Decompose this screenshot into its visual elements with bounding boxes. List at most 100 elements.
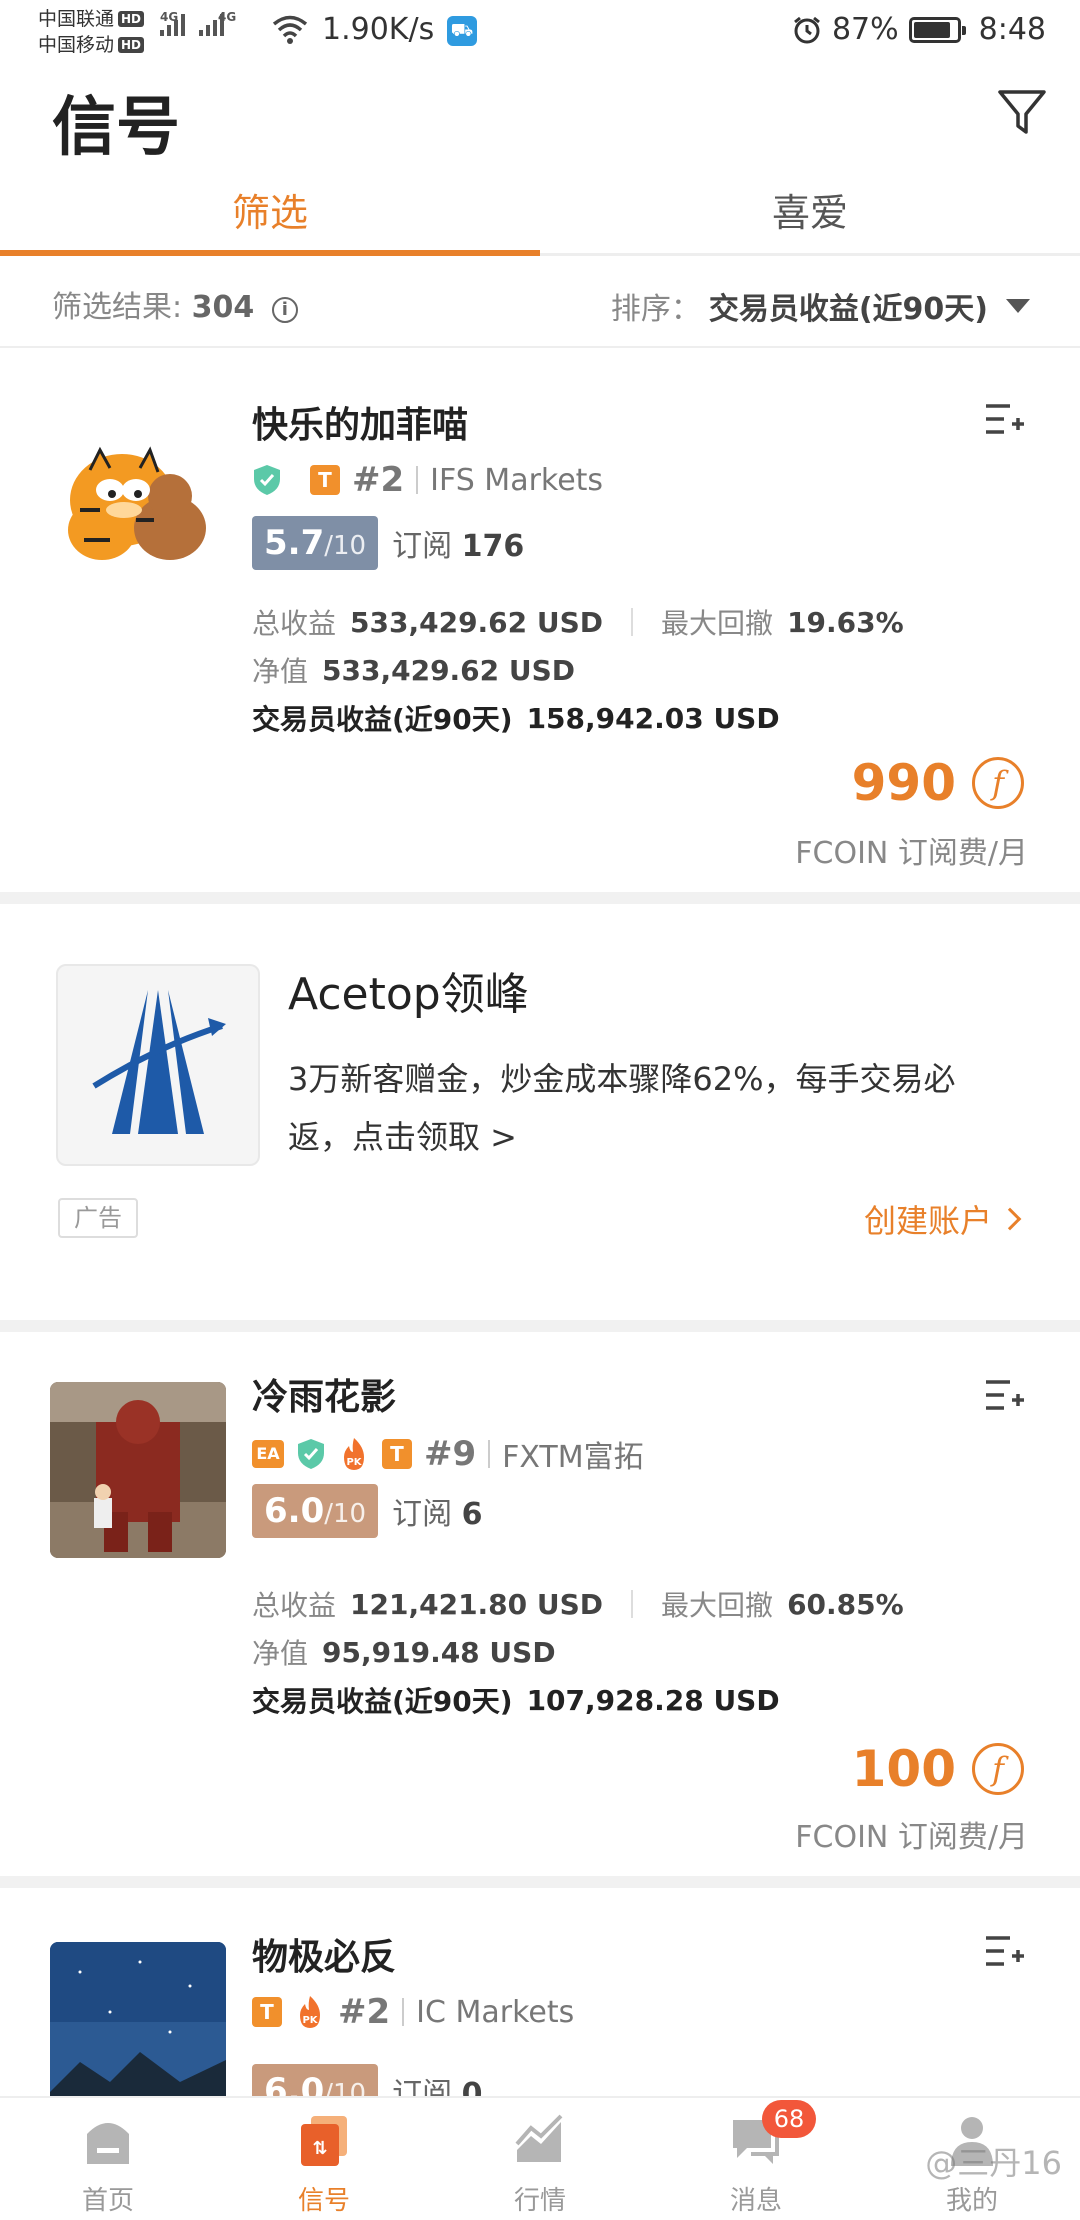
price: 990 <box>851 754 956 812</box>
create-account-link[interactable]: 创建账户 <box>863 1196 1022 1242</box>
battery-percent: 87% <box>831 12 899 47</box>
svg-text:PK: PK <box>302 2015 318 2026</box>
stat-total: 总收益 533,429.62 USD 最大回撤 19.63% <box>252 602 904 642</box>
signal-card[interactable]: 冷雨花影 EA PK T #9 FXTM富拓 6.0/10 订阅 6 总收益 12… <box>0 1332 1080 1872</box>
sort-value: 交易员收益(近90天) <box>708 292 988 327</box>
t-badge-icon: T <box>382 1439 412 1469</box>
nav-market[interactable]: 行情 <box>432 2098 648 2220</box>
broker: IFS Markets <box>430 462 604 498</box>
carrier-2: 中国移动 <box>38 34 115 56</box>
home-icon <box>87 2123 129 2164</box>
pk-fire-icon: PK <box>344 1438 364 1470</box>
badge-row: T #2 IFS Markets <box>252 460 603 500</box>
ad-title[interactable]: Acetop领峰 <box>288 958 529 1022</box>
create-account-label: 创建账户 <box>863 1202 992 1240</box>
drawdown-value: 19.63% <box>787 605 904 639</box>
network-type-2: 4G <box>218 10 237 24</box>
add-to-list-icon[interactable] <box>984 1934 1024 1970</box>
signal-icon: ⇅ <box>301 2116 347 2166</box>
add-to-list-icon[interactable] <box>984 1378 1024 1414</box>
info-icon[interactable]: i <box>271 297 298 323</box>
total-label: 总收益 <box>252 1589 337 1622</box>
bottom-navigation: 首页 ⇅ 信号 行情 68 消息 我的 <box>0 2096 1080 2220</box>
profit-label: 交易员收益(近90天) <box>252 703 513 736</box>
watermark: @三丹16 <box>925 2144 1062 2182</box>
unread-badge: 68 <box>762 2100 816 2138</box>
equity-value: 533,429.62 USD <box>322 653 576 687</box>
drawdown-label: 最大回撤 <box>661 607 774 640</box>
divider <box>631 608 634 636</box>
score-row: 5.7/10 订阅 176 <box>252 516 524 570</box>
divider <box>631 1590 634 1618</box>
result-number: 304 <box>191 290 255 325</box>
caret-down-icon <box>1006 299 1030 313</box>
nav-label: 首页 <box>81 2186 134 2216</box>
total-value: 121,421.80 USD <box>350 1587 604 1621</box>
tab-filter[interactable]: 筛选 <box>0 176 540 256</box>
nav-label: 信号 <box>297 2186 350 2216</box>
subscribers-label: 订阅 <box>392 1497 453 1532</box>
result-bar: 筛选结果: 304 i 排序： 交易员收益(近90天) <box>0 256 1080 348</box>
rating-badge: 6.0/10 <box>252 1484 379 1538</box>
rank: #2 <box>338 1992 391 2032</box>
signal-name[interactable]: 冷雨花影 <box>252 1368 396 1420</box>
subscribers-label: 订阅 <box>392 2077 453 2096</box>
rating-value: 5.7 <box>264 523 325 563</box>
t-badge-icon: T <box>310 465 340 495</box>
score-row: 6.0/10 订阅 0 <box>252 2064 483 2096</box>
verified-shield-icon <box>298 1439 324 1469</box>
stat-profit: 交易员收益(近90天) 107,928.28 USD <box>252 1680 780 1720</box>
t-badge-icon: T <box>252 1997 282 2027</box>
nav-signal[interactable]: ⇅ 信号 <box>216 2098 432 2220</box>
status-right: 87% 8:48 <box>792 12 1046 47</box>
profit-label: 交易员收益(近90天) <box>252 1685 513 1718</box>
rating-value: 6.0 <box>264 2071 325 2096</box>
nav-messages[interactable]: 68 消息 <box>648 2098 864 2220</box>
subscribers-label: 订阅 <box>392 529 453 564</box>
night-sky-photo-image <box>50 1942 226 2096</box>
price-unit: FCOIN 订阅费/月 <box>795 836 1028 871</box>
signal-name[interactable]: 快乐的加菲喵 <box>252 396 468 448</box>
stat-profit: 交易员收益(近90天) 158,942.03 USD <box>252 698 780 738</box>
drawdown-value: 60.85% <box>787 1587 904 1621</box>
nav-label: 消息 <box>729 2186 782 2216</box>
sort-label: 排序： <box>610 292 701 327</box>
subscribers: 订阅 0 <box>392 2069 482 2096</box>
add-to-list-icon[interactable] <box>984 402 1024 438</box>
tab-favorites[interactable]: 喜爱 <box>540 176 1080 253</box>
stat-equity: 净值 95,919.48 USD <box>252 1632 556 1672</box>
separator <box>0 1876 1080 1888</box>
battery-icon <box>908 16 966 43</box>
garfield-avatar-image <box>68 446 206 560</box>
drawdown-label: 最大回撤 <box>661 1589 774 1622</box>
stat-total: 总收益 121,421.80 USD 最大回撤 60.85% <box>252 1584 904 1624</box>
filter-icon[interactable] <box>994 84 1050 140</box>
equity-label: 净值 <box>252 1637 309 1670</box>
equity-label: 净值 <box>252 655 309 688</box>
avatar <box>50 1382 226 1558</box>
network-type-1: 4G <box>160 10 179 24</box>
subscribers: 订阅 176 <box>392 521 524 565</box>
broker: FXTM富拓 <box>502 1440 644 1475</box>
broker: IC Markets <box>416 1994 575 2030</box>
acetop-logo-image <box>92 990 226 1134</box>
nav-home[interactable]: 首页 <box>0 2098 216 2220</box>
carrier-1: 中国联通 <box>38 8 115 30</box>
signal-card[interactable]: 物极必反 T PK #2 IC Markets 6.0/10 订阅 0 <box>0 1888 1080 2096</box>
score-row: 6.0/10 订阅 6 <box>252 1484 483 1538</box>
avatar <box>50 1942 226 2096</box>
equity-value: 95,919.48 USD <box>322 1635 556 1669</box>
signal-card[interactable]: 快乐的加菲喵 T #2 IFS Markets 5.7/10 订阅 176 总收… <box>0 350 1080 890</box>
fcoin-icon: f <box>972 1743 1024 1795</box>
svg-text:⇅: ⇅ <box>312 2138 327 2159</box>
price-row: 990 f <box>852 754 1024 812</box>
status-bar: 中国联通 HD 中国移动 HD 4G 4G 1.90K/s ⛟ 87% 8:48 <box>0 0 1080 66</box>
sort-dropdown[interactable]: 排序： 交易员收益(近90天) <box>611 284 1030 328</box>
subscribers: 订阅 6 <box>392 1489 482 1533</box>
subscribers-count: 176 <box>461 529 525 564</box>
acetop-logo[interactable] <box>56 964 260 1166</box>
badge-row: EA PK T #9 FXTM富拓 <box>252 1432 644 1476</box>
ad-description[interactable]: 3万新客赠金，炒金成本骤降62%，每手交易必返，点击领取 > <box>288 1050 1018 1166</box>
signal-name[interactable]: 物极必反 <box>252 1928 396 1980</box>
nav-label: 行情 <box>513 2186 566 2216</box>
